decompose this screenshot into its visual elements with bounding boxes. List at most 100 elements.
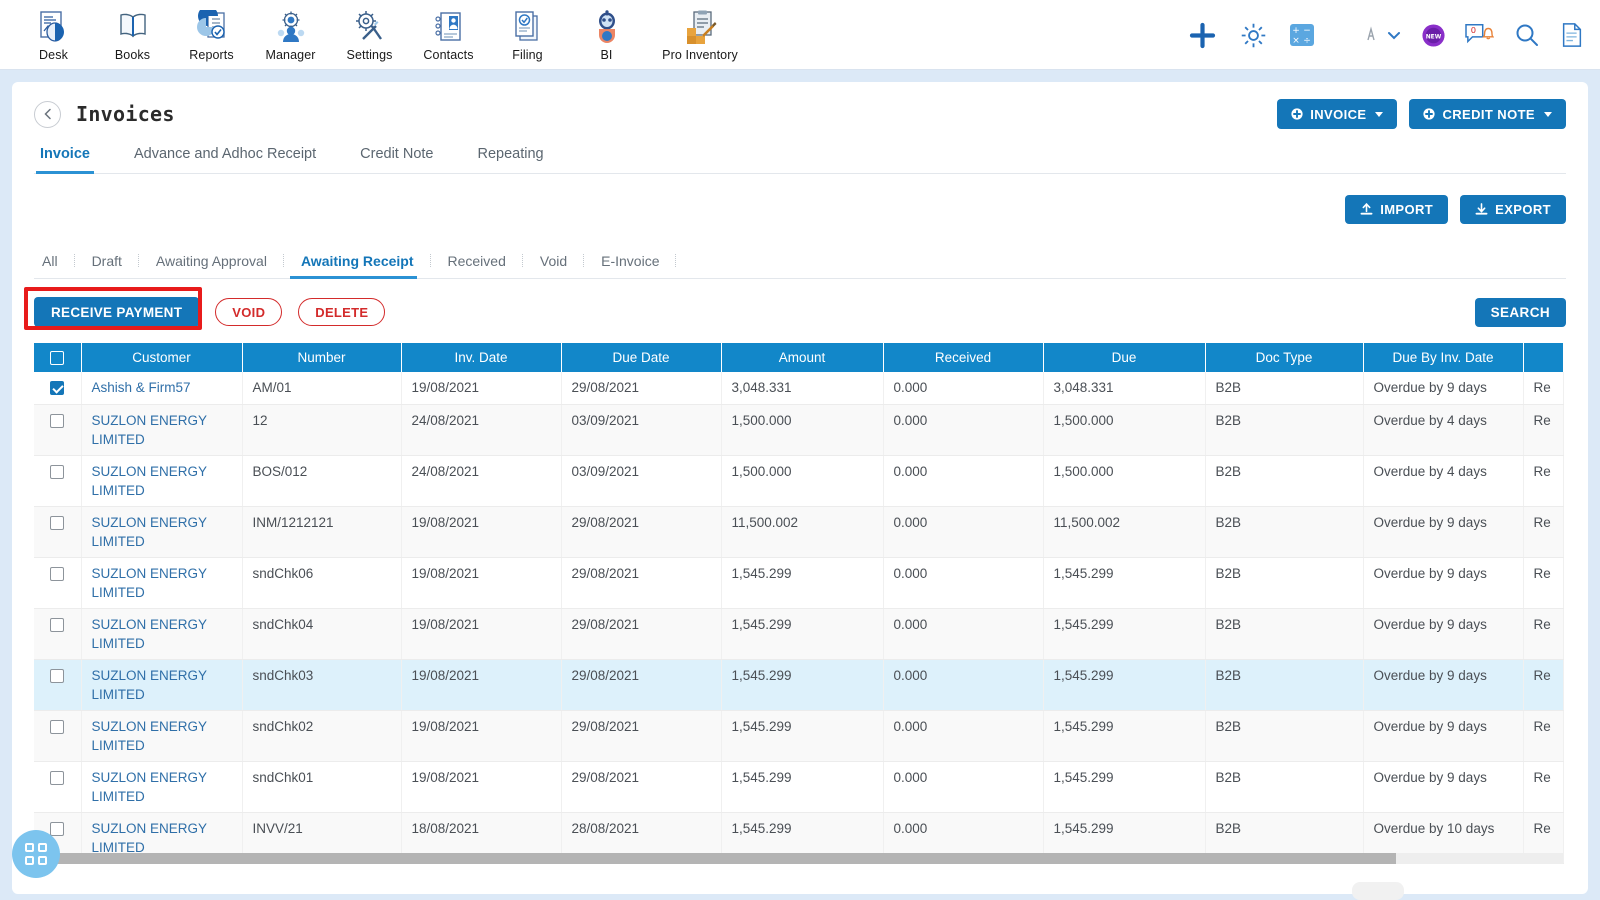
row-checkbox[interactable] (50, 413, 65, 428)
table-row[interactable]: SUZLON ENERGY LIMITED sndChk06 19/08/2021 2… (34, 557, 1564, 609)
export-button[interactable]: EXPORT (1460, 195, 1566, 224)
chevron-down-icon[interactable] (1382, 27, 1412, 43)
table-row[interactable]: SUZLON ENERGY LIMITED sndChk02 19/08/2021 2… (34, 710, 1564, 762)
gear-icon[interactable] (1229, 22, 1278, 49)
row-checkbox[interactable] (50, 770, 65, 785)
row-checkbox[interactable] (50, 668, 65, 683)
column-header-number[interactable]: Number (242, 343, 402, 372)
customer-link[interactable]: SUZLON ENERGY LIMITED (92, 464, 207, 498)
nav-app-pro-inventory[interactable]: Pro Inventory (646, 7, 754, 62)
document-icon[interactable] (1551, 22, 1600, 48)
nav-app-settings[interactable]: Settings (330, 7, 409, 62)
cell-received: 0.000 (883, 372, 1044, 405)
filter-tab-e-invoice[interactable]: E-Invoice (584, 253, 677, 278)
column-header-due-by-inv-date[interactable]: Due By Inv. Date (1363, 343, 1524, 372)
row-checkbox[interactable] (50, 821, 65, 836)
void-button[interactable]: VOID (215, 298, 283, 326)
row-select-cell[interactable] (34, 659, 82, 711)
filter-tab-awaiting-receipt[interactable]: Awaiting Receipt (284, 253, 431, 279)
customer-link[interactable]: SUZLON ENERGY LIMITED (92, 719, 207, 753)
column-header-status[interactable] (1523, 343, 1563, 372)
column-header-due[interactable]: Due (1043, 343, 1206, 372)
user-profile-icon[interactable] (1352, 25, 1382, 45)
new-credit-note-button[interactable]: CREDIT NOTE (1409, 99, 1566, 129)
row-checkbox[interactable] (50, 515, 65, 530)
customer-link[interactable]: SUZLON ENERGY LIMITED (92, 617, 207, 651)
tab-repeating[interactable]: Repeating (456, 140, 566, 173)
row-checkbox[interactable] (50, 719, 65, 734)
column-header-inv-date[interactable]: Inv. Date (401, 343, 562, 372)
select-all-checkbox[interactable] (50, 351, 65, 366)
filter-tab-draft[interactable]: Draft (75, 253, 140, 278)
cell-doc-type: B2B (1205, 404, 1364, 456)
table-row[interactable]: Ashish & Firm57 AM/01 19/08/2021 29/08/2021… (34, 372, 1564, 405)
row-select-cell[interactable] (34, 557, 82, 609)
row-checkbox[interactable] (50, 566, 65, 581)
table-row[interactable]: SUZLON ENERGY LIMITED BOS/012 24/08/2021 03… (34, 455, 1564, 507)
select-all-header[interactable] (34, 343, 82, 372)
row-select-cell[interactable] (34, 455, 82, 507)
manager-icon (277, 11, 304, 42)
row-select-cell[interactable] (34, 404, 82, 456)
cell-received: 0.000 (883, 659, 1044, 711)
customer-link[interactable]: Ashish & Firm57 (92, 380, 191, 395)
nav-app-desk[interactable]: Desk (14, 7, 93, 62)
calculator-icon[interactable]: + − × ÷ (1278, 22, 1326, 48)
nav-app-label: Filing (512, 48, 543, 62)
row-checkbox[interactable] (50, 381, 65, 396)
tab-credit-note[interactable]: Credit Note (338, 140, 455, 173)
column-header-doc-type[interactable]: Doc Type (1205, 343, 1364, 372)
tab-advance-adhoc-receipt[interactable]: Advance and Adhoc Receipt (112, 140, 338, 173)
nav-app-reports[interactable]: Reports (172, 7, 251, 62)
apps-grid-fab[interactable] (12, 830, 60, 878)
new-badge-icon[interactable]: NEW (1412, 23, 1455, 48)
horizontal-scrollbar[interactable] (34, 852, 1563, 864)
column-header-amount[interactable]: Amount (721, 343, 884, 372)
nav-app-books[interactable]: Books (93, 7, 172, 62)
customer-link[interactable]: SUZLON ENERGY LIMITED (92, 413, 207, 447)
tab-invoice[interactable]: Invoice (34, 140, 112, 174)
scrollbar-thumb[interactable] (34, 852, 1396, 864)
customer-link[interactable]: SUZLON ENERGY LIMITED (92, 770, 207, 804)
table-row[interactable]: SUZLON ENERGY LIMITED sndChk01 19/08/2021 2… (34, 761, 1564, 813)
filter-tab-received[interactable]: Received (431, 253, 524, 278)
chat-notification-icon[interactable]: 0 (1455, 22, 1503, 48)
row-select-cell[interactable] (34, 506, 82, 558)
column-header-received[interactable]: Received (883, 343, 1044, 372)
filter-tab-void[interactable]: Void (523, 253, 585, 278)
search-button[interactable]: SEARCH (1474, 297, 1566, 327)
table-row[interactable]: SUZLON ENERGY LIMITED 12 24/08/2021 03/09/2… (34, 404, 1564, 456)
customer-link[interactable]: SUZLON ENERGY LIMITED (92, 566, 207, 600)
books-icon (119, 13, 146, 38)
nav-app-bi[interactable]: BI (567, 7, 646, 62)
add-icon[interactable] (1176, 22, 1229, 49)
column-header-customer[interactable]: Customer (81, 343, 243, 372)
filter-tab-all[interactable]: All (34, 253, 75, 278)
column-header-due-date[interactable]: Due Date (561, 343, 722, 372)
table-row[interactable]: SUZLON ENERGY LIMITED sndChk03 19/08/2021 2… (34, 659, 1564, 711)
customer-link[interactable]: SUZLON ENERGY LIMITED (92, 821, 207, 855)
row-checkbox[interactable] (50, 617, 65, 632)
nav-app-manager[interactable]: Manager (251, 7, 330, 62)
import-button[interactable]: IMPORT (1345, 195, 1449, 224)
row-select-cell[interactable] (34, 372, 82, 405)
filter-tab-awaiting-approval[interactable]: Awaiting Approval (139, 253, 285, 278)
receive-payment-button[interactable]: RECEIVE PAYMENT (34, 297, 200, 327)
row-select-cell[interactable] (34, 761, 82, 813)
search-icon[interactable] (1503, 22, 1551, 48)
table-row[interactable]: SUZLON ENERGY LIMITED sndChk04 19/08/2021 2… (34, 608, 1564, 660)
svg-text:÷: ÷ (1303, 36, 1311, 46)
nav-app-filing[interactable]: Filing (488, 7, 567, 62)
void-label: VOID (232, 304, 266, 320)
back-button[interactable] (34, 100, 61, 128)
row-select-cell[interactable] (34, 710, 82, 762)
nav-app-contacts[interactable]: Contacts (409, 7, 488, 62)
customer-link[interactable]: SUZLON ENERGY LIMITED (92, 515, 207, 549)
new-invoice-button[interactable]: INVOICE (1277, 99, 1398, 129)
table-row[interactable]: SUZLON ENERGY LIMITED INM/1212121 19/08/20… (34, 506, 1564, 558)
row-checkbox[interactable] (50, 464, 65, 479)
delete-button[interactable]: DELETE (298, 298, 386, 326)
row-select-cell[interactable] (34, 608, 82, 660)
cell-received: 0.000 (883, 557, 1044, 609)
customer-link[interactable]: SUZLON ENERGY LIMITED (92, 668, 207, 702)
